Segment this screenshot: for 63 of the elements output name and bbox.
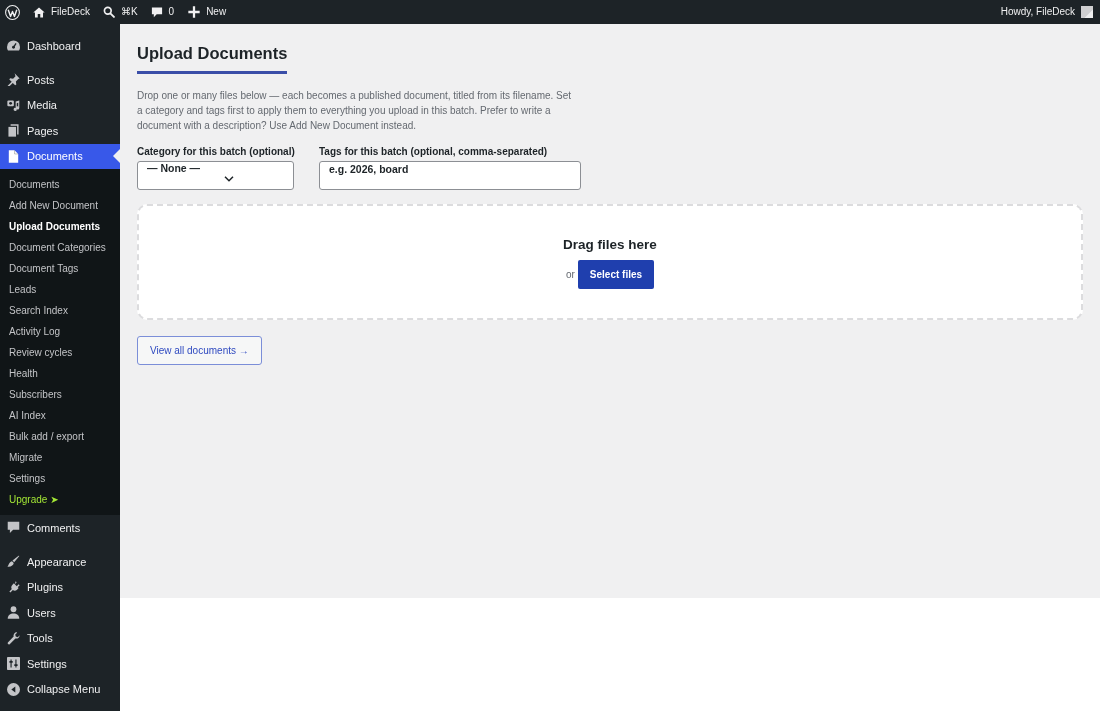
sidebar-item[interactable]: Tools <box>0 625 120 651</box>
view-all-documents-button[interactable]: View all documents → <box>137 336 262 365</box>
chevron-down-icon <box>224 176 234 182</box>
submenu-item[interactable]: Health <box>0 363 120 384</box>
sidebar-item[interactable]: Plugins <box>0 574 120 600</box>
pages-icon <box>7 124 20 138</box>
document-icon <box>7 149 20 163</box>
comments-link[interactable]: 0 <box>150 5 175 19</box>
sidebar-item[interactable]: Dashboard <box>0 33 120 59</box>
submenu-item[interactable]: Activity Log <box>0 321 120 342</box>
page-title: Upload Documents <box>137 42 288 74</box>
collapse-menu-button[interactable]: Collapse Menu <box>0 676 120 702</box>
comment-icon <box>7 521 20 535</box>
new-link[interactable]: New <box>188 5 227 19</box>
wrench-icon <box>7 631 20 645</box>
comment-icon <box>150 6 163 18</box>
sidebar-item[interactable]: Pages <box>0 118 120 144</box>
collapse-icon <box>7 682 20 696</box>
search-link[interactable]: ⌘K <box>102 5 138 19</box>
account-link[interactable]: Howdy, FileDeck <box>1000 5 1093 19</box>
logo-icon[interactable] <box>5 4 20 20</box>
avatar-icon <box>1081 6 1093 18</box>
or-text: or <box>565 269 575 280</box>
gauge-icon <box>7 39 20 53</box>
submenu-item[interactable]: AI Index <box>0 405 120 426</box>
site-link[interactable]: FileDeck <box>33 5 90 19</box>
submenu-item[interactable]: Settings <box>0 468 120 489</box>
drop-zone[interactable]: Drag files here or Select files <box>137 204 1083 320</box>
sidebar-item[interactable]: Comments <box>0 515 120 541</box>
submenu-item[interactable]: Document Categories <box>0 237 120 258</box>
tags-input[interactable]: e.g. 2026, board <box>319 161 581 190</box>
submenu-item[interactable]: Upload Documents <box>0 216 120 237</box>
media-icon <box>7 98 20 112</box>
tags-label: Tags for this batch (optional, comma-separated) <box>319 145 548 159</box>
drop-zone-heading: Drag files here <box>563 236 657 254</box>
submenu-item[interactable]: Migrate <box>0 447 120 468</box>
user-icon <box>7 606 20 620</box>
submenu-item[interactable]: Documents <box>0 174 120 195</box>
submenu-item[interactable]: Add New Document <box>0 195 120 216</box>
category-label: Category for this batch (optional) <box>137 145 295 159</box>
sidebar-item[interactable]: Posts <box>0 67 120 93</box>
home-icon <box>33 6 45 18</box>
submenu-item[interactable]: Review cycles <box>0 342 120 363</box>
submenu-item[interactable]: Leads <box>0 279 120 300</box>
plus-icon <box>188 6 201 18</box>
submenu-item[interactable]: Search Index <box>0 300 120 321</box>
page-description: Drop one or many files below — each becomes a published document, titled from its filename. Set a category and tags first to apply them to everything you upload in this batch. Prefer to write a document with a description? Use Add New Document instead. <box>137 89 573 133</box>
sidebar-item[interactable]: Appearance <box>0 549 120 575</box>
select-files-button[interactable]: Select files <box>577 260 655 289</box>
sidebar-item[interactable]: Users <box>0 600 120 626</box>
sidebar-item[interactable]: Documents <box>0 143 120 169</box>
pin-icon <box>7 73 20 87</box>
category-select[interactable]: — None — <box>137 161 294 190</box>
submenu-item[interactable]: Subscribers <box>0 384 120 405</box>
submenu-item[interactable]: Document Tags <box>0 258 120 279</box>
search-icon <box>102 6 115 18</box>
plug-icon <box>7 580 20 594</box>
brush-icon <box>7 555 20 569</box>
sliders-icon <box>7 657 20 671</box>
submenu-item[interactable]: Upgrade ➤ <box>0 489 120 510</box>
sidebar-item[interactable]: Media <box>0 92 120 118</box>
sidebar-item[interactable]: Settings <box>0 651 120 677</box>
submenu-item[interactable]: Bulk add / export <box>0 426 120 447</box>
